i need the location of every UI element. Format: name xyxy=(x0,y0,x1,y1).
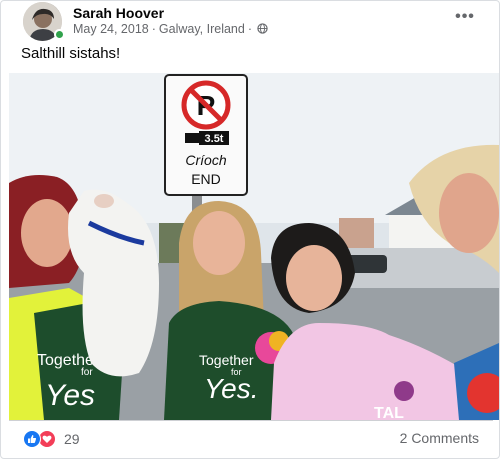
shirt-right-text: TAL xyxy=(374,405,404,420)
post-location[interactable]: Galway, Ireland xyxy=(159,22,245,36)
globe-icon[interactable] xyxy=(257,23,268,34)
meta-separator: · xyxy=(247,22,253,36)
shirt-left-text-3: Yes xyxy=(45,379,95,412)
post-header: Sarah Hoover May 24, 2018 · Galway, Irelan… xyxy=(1,1,500,41)
selfie-illustration: P 3.5t Críoch END Together for Yes xyxy=(9,73,499,420)
sign-tonnage: 3.5t xyxy=(205,133,224,145)
post-date[interactable]: May 24, 2018 xyxy=(73,22,149,36)
meta-separator: · xyxy=(151,22,156,36)
post-caption: Salthill sistahs! xyxy=(21,45,121,62)
shirt-middle-text-3: Yes. xyxy=(204,373,258,404)
post-photo[interactable]: P 3.5t Críoch END Together for Yes xyxy=(9,73,499,420)
reaction-count: 29 xyxy=(64,431,80,447)
shirt-left-text-2: for xyxy=(81,367,93,378)
footer-divider xyxy=(9,420,493,421)
author-name[interactable]: Sarah Hoover xyxy=(73,5,164,21)
post-card: Sarah Hoover May 24, 2018 · Galway, Irelan… xyxy=(0,0,500,459)
like-icon xyxy=(23,430,41,448)
reactions-summary[interactable]: 29 xyxy=(23,429,80,449)
comments-link[interactable]: 2 Comments xyxy=(400,430,479,446)
post-meta: May 24, 2018 · Galway, Ireland · xyxy=(73,22,268,36)
online-indicator xyxy=(54,29,65,40)
shirt-middle-text-1: Together xyxy=(199,352,254,368)
more-options-icon[interactable]: ••• xyxy=(453,7,477,27)
sign-line-irish: Críoch xyxy=(185,152,226,168)
sign-line-english: END xyxy=(191,171,221,187)
